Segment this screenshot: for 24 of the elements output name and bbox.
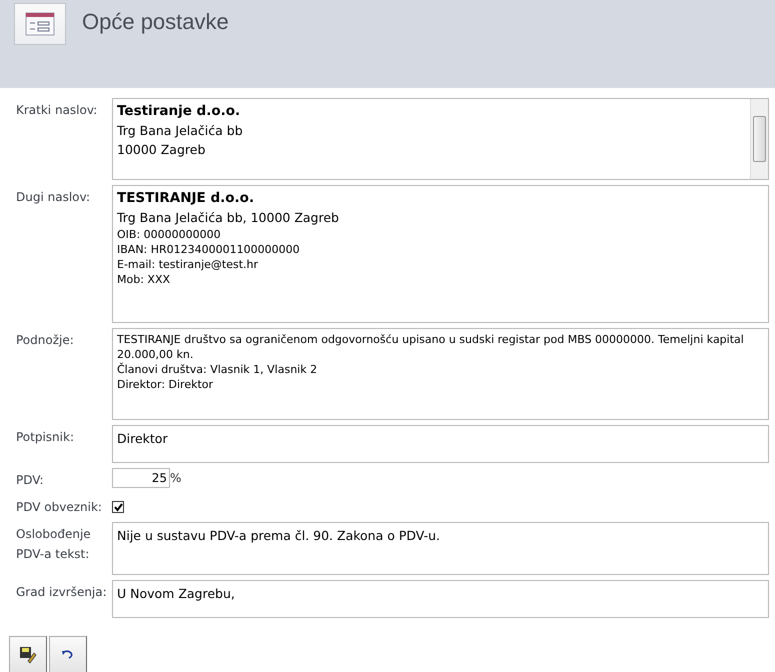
form-title: Opće postavke xyxy=(82,9,229,35)
field-label: Dugi naslov: xyxy=(16,189,91,206)
text-field[interactable]: TESTIRANJE društvo sa ograničenom odgovornošću upisano u sudski registar pod MBS 00000000. Temeljni kapital 20.000,00 kn. Članovi društva: Vlasnik 1, Vlasnik 2 Direktor: Direktor xyxy=(112,328,769,420)
field-label: Potpisnik: xyxy=(16,429,75,446)
undo-icon xyxy=(61,650,75,660)
scrollbar[interactable] xyxy=(750,99,768,179)
text-field[interactable]: U Novom Zagrebu, xyxy=(112,580,769,618)
field-label: PDV obveznik: xyxy=(16,499,103,516)
unit-label: % xyxy=(170,470,182,485)
field-label: PDV: xyxy=(16,472,45,489)
field-label: Grad izvršenja: xyxy=(16,584,108,601)
field-label: Oslobođenje PDV-a tekst: xyxy=(16,526,92,563)
field-label: Podnožje: xyxy=(16,332,75,349)
field-label: Kratki naslov: xyxy=(16,102,98,119)
text-field[interactable]: Direktor xyxy=(112,425,769,463)
form-icon xyxy=(14,3,66,45)
undo-button[interactable] xyxy=(49,636,87,672)
number-field[interactable]: 25 xyxy=(112,468,170,488)
save-button[interactable] xyxy=(9,636,47,672)
text-field[interactable]: TESTIRANJE d.o.o. Trg Bana Jelačića bb, 10000 Zagreb OIB: 00000000000 IBAN: HR0123400001100000000 E-mail: testiranje@test.hr Mob: XXX xyxy=(112,185,769,323)
checkbox[interactable] xyxy=(112,501,124,513)
save-icon xyxy=(19,646,37,664)
text-field[interactable]: Testiranje d.o.o. Trg Bana Jelačića bb 10000 Zagreb xyxy=(112,98,769,180)
text-field[interactable]: Nije u sustavu PDV-a prema čl. 90. Zakona o PDV-u. xyxy=(112,522,769,575)
